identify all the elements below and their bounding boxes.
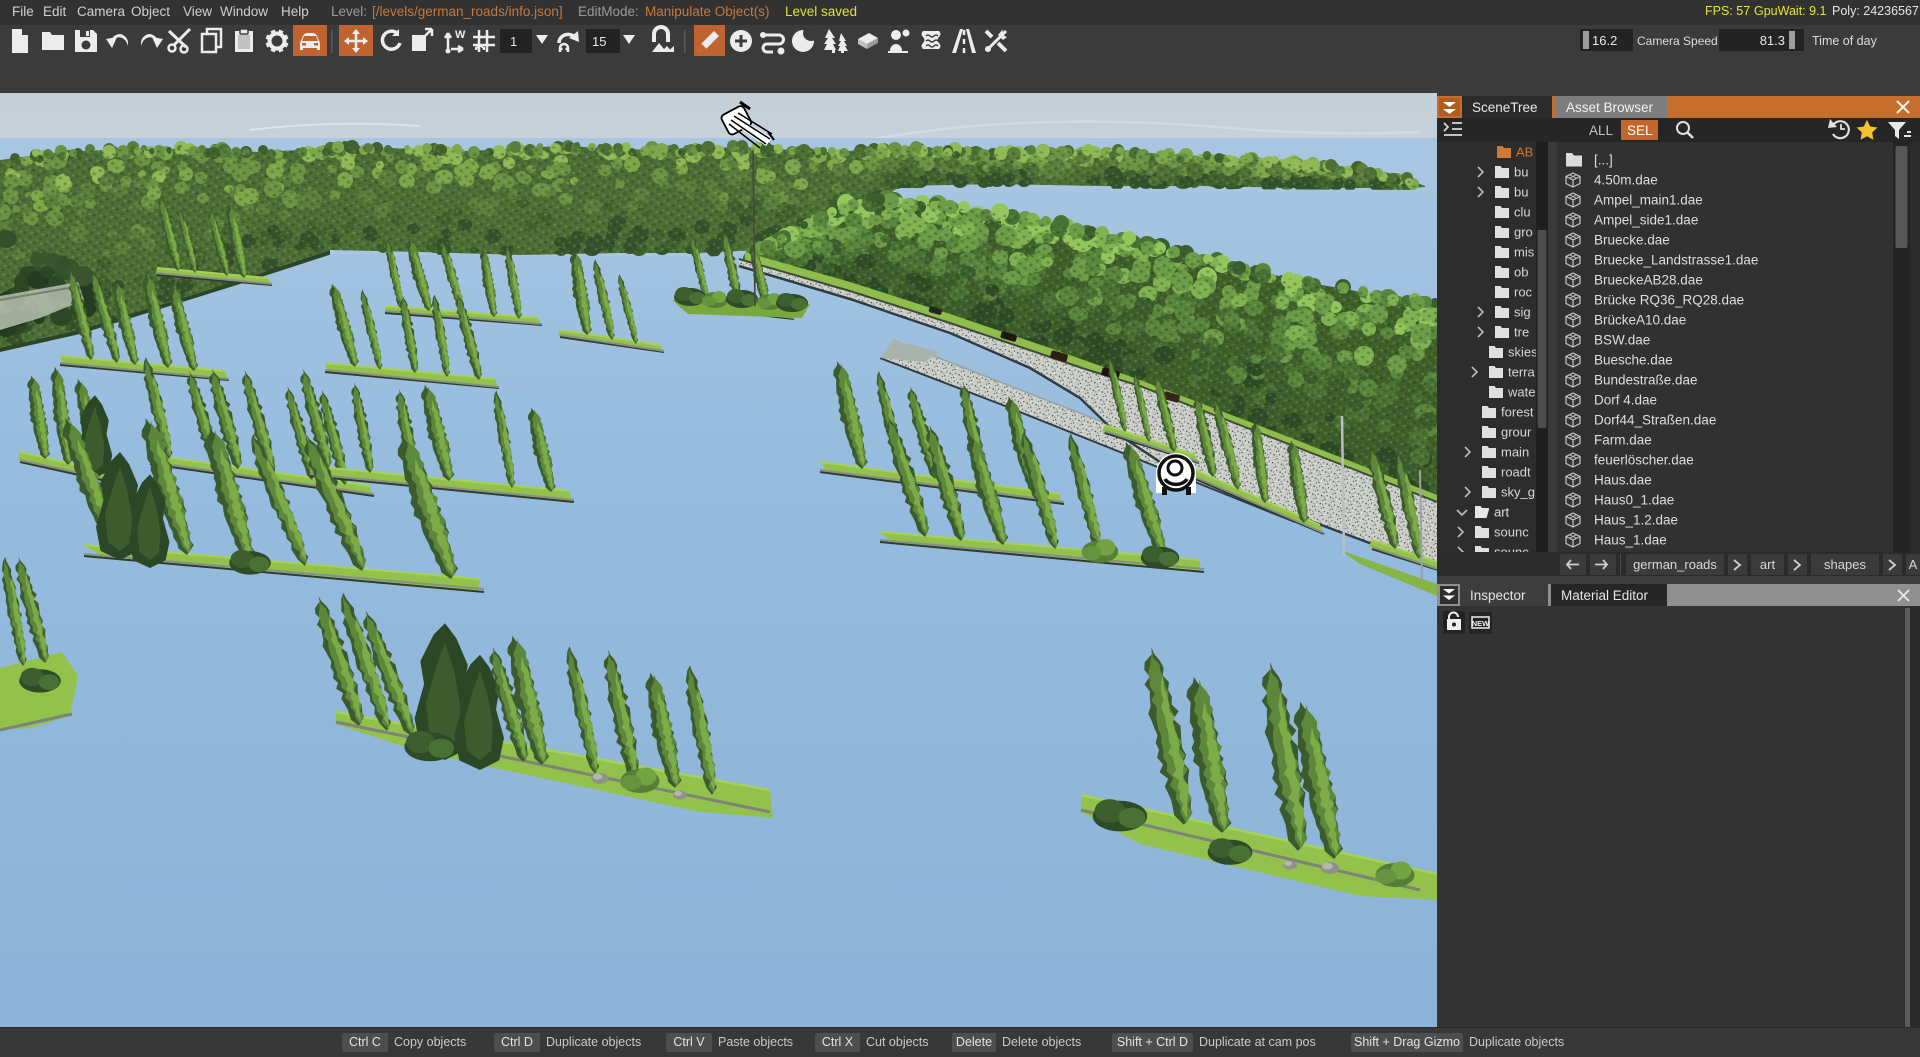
svg-text:roc: roc: [1514, 285, 1533, 300]
svg-text:ob: ob: [1514, 265, 1528, 280]
svg-text:A: A: [1909, 557, 1918, 572]
svg-text:ALL: ALL: [1589, 123, 1614, 138]
svg-text:Asset Browser: Asset Browser: [1566, 100, 1654, 115]
svg-text:wate: wate: [1507, 385, 1535, 400]
svg-text:mis: mis: [1514, 245, 1535, 260]
svg-text:sky_g: sky_g: [1501, 485, 1535, 500]
svg-text:4.50m.dae: 4.50m.dae: [1594, 173, 1658, 188]
svg-text:feuerlöscher.dae: feuerlöscher.dae: [1594, 453, 1694, 468]
svg-text:BSW.dae: BSW.dae: [1594, 333, 1650, 348]
svg-text:Haus.dae: Haus.dae: [1594, 473, 1652, 488]
svg-text:[...]: [...]: [1594, 153, 1613, 168]
svg-text:BrueckeAB28.dae: BrueckeAB28.dae: [1594, 273, 1703, 288]
svg-text:SEL: SEL: [1627, 123, 1653, 138]
svg-text:Buesche.dae: Buesche.dae: [1594, 353, 1673, 368]
svg-text:Farm.dae: Farm.dae: [1594, 433, 1652, 448]
svg-text:AB: AB: [1516, 145, 1533, 160]
svg-text:bu: bu: [1514, 165, 1528, 180]
svg-text:NEW: NEW: [1472, 619, 1490, 628]
svg-text:main: main: [1501, 445, 1529, 460]
svg-text:Dorf44_Straßen.dae: Dorf44_Straßen.dae: [1594, 413, 1716, 428]
svg-text:Inspector: Inspector: [1470, 588, 1526, 603]
svg-text:sig: sig: [1514, 305, 1531, 320]
svg-text:16.2: 16.2: [1592, 33, 1617, 48]
svg-text:Haus_1.dae: Haus_1.dae: [1594, 533, 1667, 548]
svg-text:skies: skies: [1508, 345, 1538, 360]
svg-text:shapes: shapes: [1824, 557, 1866, 572]
svg-text:terra: terra: [1508, 365, 1536, 380]
svg-text:art: art: [1494, 505, 1510, 520]
svg-text:Brücke RQ36_RQ28.dae: Brücke RQ36_RQ28.dae: [1594, 293, 1744, 308]
svg-text:15: 15: [592, 34, 606, 49]
svg-text:Bruecke_Landstrasse1.dae: Bruecke_Landstrasse1.dae: [1594, 253, 1758, 268]
svg-text:Haus_1.2.dae: Haus_1.2.dae: [1594, 513, 1678, 528]
svg-text:Bundestraße.dae: Bundestraße.dae: [1594, 373, 1698, 388]
svg-text:german_roads: german_roads: [1633, 557, 1717, 572]
svg-text:bu: bu: [1514, 185, 1528, 200]
svg-text:Ampel_main1.dae: Ampel_main1.dae: [1594, 193, 1703, 208]
svg-text:Camera Speed: Camera Speed: [1637, 34, 1718, 48]
svg-text:1: 1: [510, 34, 517, 49]
svg-text:Time of day: Time of day: [1812, 34, 1878, 48]
svg-text:tre: tre: [1514, 325, 1529, 340]
svg-text:SceneTree: SceneTree: [1472, 100, 1538, 115]
svg-text:Bruecke.dae: Bruecke.dae: [1594, 233, 1670, 248]
svg-text:BrückeA10.dae: BrückeA10.dae: [1594, 313, 1686, 328]
svg-text:W: W: [455, 29, 466, 41]
svg-text:Dorf 4.dae: Dorf 4.dae: [1594, 393, 1657, 408]
svg-text:clu: clu: [1514, 205, 1531, 220]
svg-text:gro: gro: [1514, 225, 1533, 240]
svg-text:Haus0_1.dae: Haus0_1.dae: [1594, 493, 1674, 508]
svg-text:art: art: [1760, 557, 1776, 572]
svg-text:sounc: sounc: [1494, 525, 1529, 540]
svg-text:grour: grour: [1501, 425, 1532, 440]
svg-text:forest: forest: [1501, 405, 1534, 420]
svg-text:roadt: roadt: [1501, 465, 1531, 480]
svg-text:Material Editor: Material Editor: [1561, 588, 1649, 603]
svg-text:Ampel_side1.dae: Ampel_side1.dae: [1594, 213, 1698, 228]
svg-text:81.3: 81.3: [1760, 33, 1785, 48]
